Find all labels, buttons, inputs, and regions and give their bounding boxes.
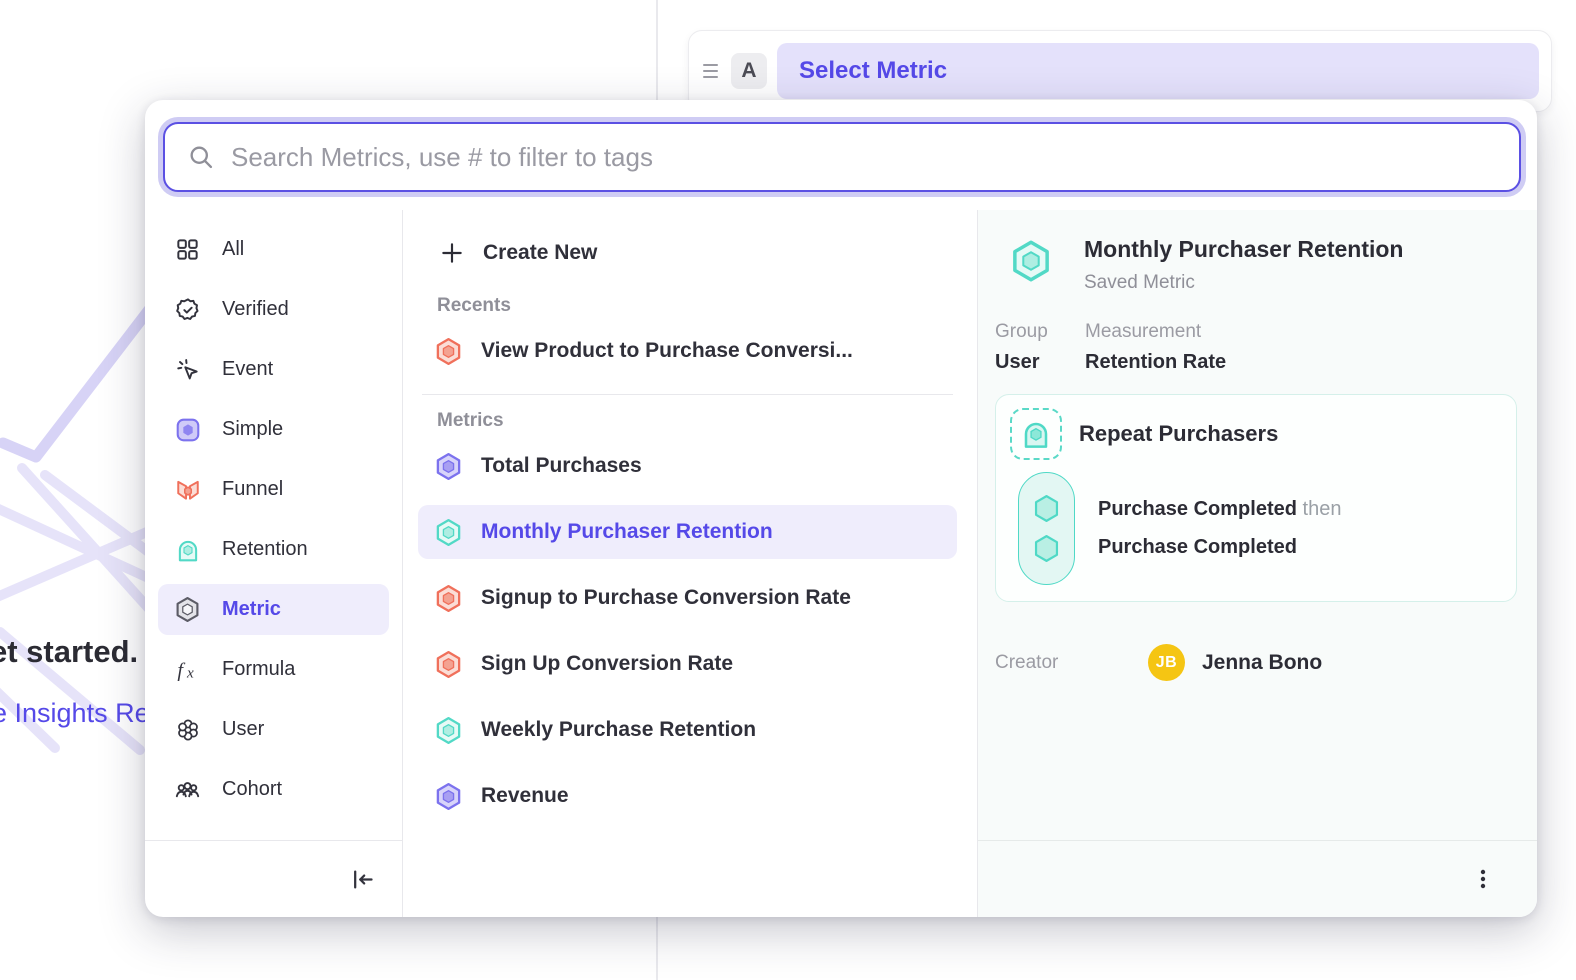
retention-metric-icon xyxy=(434,716,463,745)
more-options-button[interactable] xyxy=(1471,867,1495,891)
user-flower-icon xyxy=(174,716,201,743)
sidebar-item-label: Formula xyxy=(222,658,295,681)
search-box[interactable] xyxy=(163,122,1521,192)
step-hexagon-icon xyxy=(1030,492,1063,525)
retention-metric-icon xyxy=(434,518,463,547)
metric-row-label: Total Purchases xyxy=(481,454,642,478)
sidebar-item-simple[interactable]: Simple xyxy=(158,404,389,455)
detail-subtitle: Saved Metric xyxy=(1084,272,1403,294)
metric-type-icon xyxy=(174,596,201,623)
sidebar-item-label: Funnel xyxy=(222,478,283,501)
metric-detail-panel: Monthly Purchaser Retention Saved Metric… xyxy=(978,210,1537,917)
metric-row-label: Revenue xyxy=(481,784,569,808)
select-metric-button[interactable]: Select Metric xyxy=(777,43,1539,99)
formula-fx-icon: f x xyxy=(174,656,201,683)
drag-handle-icon[interactable] xyxy=(699,64,721,78)
definition-name: Repeat Purchasers xyxy=(1079,421,1278,447)
metric-definition-card: Repeat Purchasers Purchase Completed the… xyxy=(995,394,1517,602)
group-label: Group xyxy=(995,321,1085,343)
collapse-left-icon xyxy=(349,866,376,893)
search-area xyxy=(145,100,1537,210)
funnel-metric-icon xyxy=(434,584,463,613)
sidebar-item-user[interactable]: User xyxy=(158,704,389,755)
create-new-button[interactable]: Create New xyxy=(418,226,957,280)
metric-row-label: Signup to Purchase Conversion Rate xyxy=(481,586,851,610)
retention-type-icon xyxy=(174,536,201,563)
verified-badge-icon xyxy=(174,296,201,323)
simple-metric-icon xyxy=(434,452,463,481)
measurement-label: Measurement xyxy=(1085,321,1226,343)
sidebar-item-cohort[interactable]: Cohort xyxy=(158,764,389,815)
cohort-people-icon xyxy=(174,776,201,803)
collapse-sidebar-button[interactable] xyxy=(349,866,376,893)
step2-event: Purchase Completed xyxy=(1098,536,1297,558)
creator-avatar: JB xyxy=(1148,644,1185,681)
sidebar-item-label: All xyxy=(222,238,244,261)
sidebar-item-funnel[interactable]: Funnel xyxy=(158,464,389,515)
group-value: User xyxy=(995,351,1085,374)
sidebar-item-label: Event xyxy=(222,358,273,381)
plus-icon xyxy=(437,239,466,268)
sidebar-item-all[interactable]: All xyxy=(158,224,389,275)
step-hexagon-icon xyxy=(1030,532,1063,565)
search-icon xyxy=(187,143,215,171)
metric-picker-dialog: All Verified xyxy=(145,100,1537,917)
metric-row-total-purchases[interactable]: Total Purchases xyxy=(418,439,957,493)
metric-row-weekly-purchase-retention[interactable]: Weekly Purchase Retention xyxy=(418,703,957,757)
sidebar-item-label: Retention xyxy=(222,538,308,561)
background-insights-link-fragment[interactable]: e Insights Re xyxy=(0,698,150,729)
sidebar-item-metric[interactable]: Metric xyxy=(158,584,389,635)
sidebar-footer xyxy=(145,840,402,917)
metric-row-label: Sign Up Conversion Rate xyxy=(481,652,733,676)
dialog-content: All Verified xyxy=(145,210,1537,917)
simple-metric-icon xyxy=(434,782,463,811)
sidebar-item-label: Simple xyxy=(222,418,283,441)
funnel-type-icon xyxy=(174,476,201,503)
funnel-metric-icon xyxy=(434,337,463,366)
sidebar-item-verified[interactable]: Verified xyxy=(158,284,389,335)
sidebar-item-label: Cohort xyxy=(222,778,282,801)
step1-event: Purchase Completed xyxy=(1098,498,1297,520)
sidebar-item-retention[interactable]: Retention xyxy=(158,524,389,575)
recent-metric-row[interactable]: View Product to Purchase Conversi... xyxy=(418,324,957,378)
sidebar-item-formula[interactable]: f x Formula xyxy=(158,644,389,695)
metric-row-label: Monthly Purchaser Retention xyxy=(481,520,773,544)
metric-row-revenue[interactable]: Revenue xyxy=(418,769,957,823)
create-new-label: Create New xyxy=(483,241,597,265)
simple-metric-icon xyxy=(174,416,201,443)
creator-label: Creator xyxy=(995,652,1148,674)
funnel-metric-icon xyxy=(434,650,463,679)
retention-metric-icon-large xyxy=(1009,239,1053,283)
metric-row-label: Weekly Purchase Retention xyxy=(481,718,756,742)
select-metric-label: Select Metric xyxy=(799,57,947,85)
detail-title: Monthly Purchaser Retention xyxy=(1084,236,1403,263)
sidebar-item-event[interactable]: Event xyxy=(158,344,389,395)
retention-steps-capsule xyxy=(1018,472,1075,585)
recent-metric-label: View Product to Purchase Conversi... xyxy=(481,339,853,363)
metric-row-monthly-purchaser-retention[interactable]: Monthly Purchaser Retention xyxy=(418,505,957,559)
metrics-header: Metrics xyxy=(418,410,957,432)
svg-text:x: x xyxy=(186,664,194,681)
sidebar-item-label: User xyxy=(222,718,264,741)
kebab-menu-icon xyxy=(1471,867,1495,891)
creator-name: Jenna Bono xyxy=(1202,651,1322,675)
recents-header: Recents xyxy=(418,295,957,317)
type-filter-sidebar: All Verified xyxy=(145,210,403,917)
retention-definition-icon xyxy=(1010,408,1062,460)
svg-text:f: f xyxy=(177,659,185,681)
sidebar-item-label: Metric xyxy=(222,598,281,621)
background-heading-fragment: et started. xyxy=(0,634,138,670)
sidebar-item-label: Verified xyxy=(222,298,289,321)
block-letter-badge: A xyxy=(731,53,767,89)
measurement-value: Retention Rate xyxy=(1085,351,1226,374)
metric-row-sign-up-conversion-rate[interactable]: Sign Up Conversion Rate xyxy=(418,637,957,691)
grid-icon xyxy=(174,236,201,263)
search-input[interactable] xyxy=(231,142,1497,173)
list-divider xyxy=(422,394,953,395)
detail-footer xyxy=(978,840,1537,917)
metrics-list-panel: Create New Recents View Product to Purch… xyxy=(403,210,978,917)
event-cursor-icon xyxy=(174,356,201,383)
then-label: then xyxy=(1303,498,1342,520)
metric-row-signup-to-purchase-conversion-rate[interactable]: Signup to Purchase Conversion Rate xyxy=(418,571,957,625)
